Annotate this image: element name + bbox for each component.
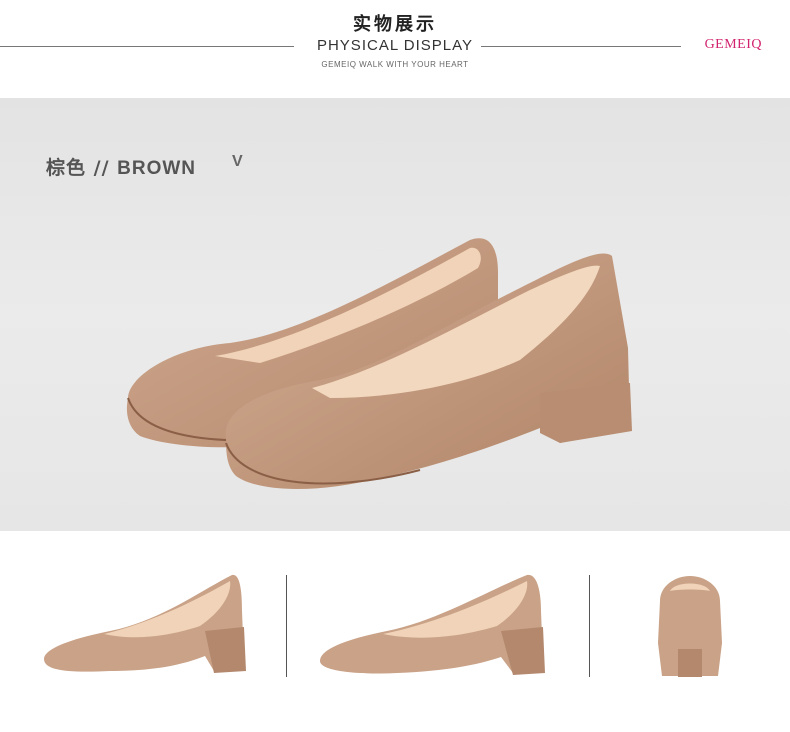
hero-shoe-image: [126, 238, 632, 490]
thumbnail-back[interactable]: [590, 531, 790, 728]
tagline: GEMEIQ WALK WITH YOUR HEART: [321, 60, 469, 69]
right-rule: [481, 46, 681, 47]
thumbnail-side-2[interactable]: [287, 531, 588, 728]
brand-logo: GEMEIQ: [704, 37, 762, 52]
header: 实物展示 PHYSICAL DISPLAY GEMEIQ GEMEIQ WALK…: [0, 0, 790, 98]
thumbnail-side-1[interactable]: [0, 531, 284, 728]
page-title: 实物展示: [353, 14, 437, 35]
hero-section: 棕色 // BROWN V: [0, 98, 790, 531]
thumbnail-strip: [0, 531, 790, 728]
